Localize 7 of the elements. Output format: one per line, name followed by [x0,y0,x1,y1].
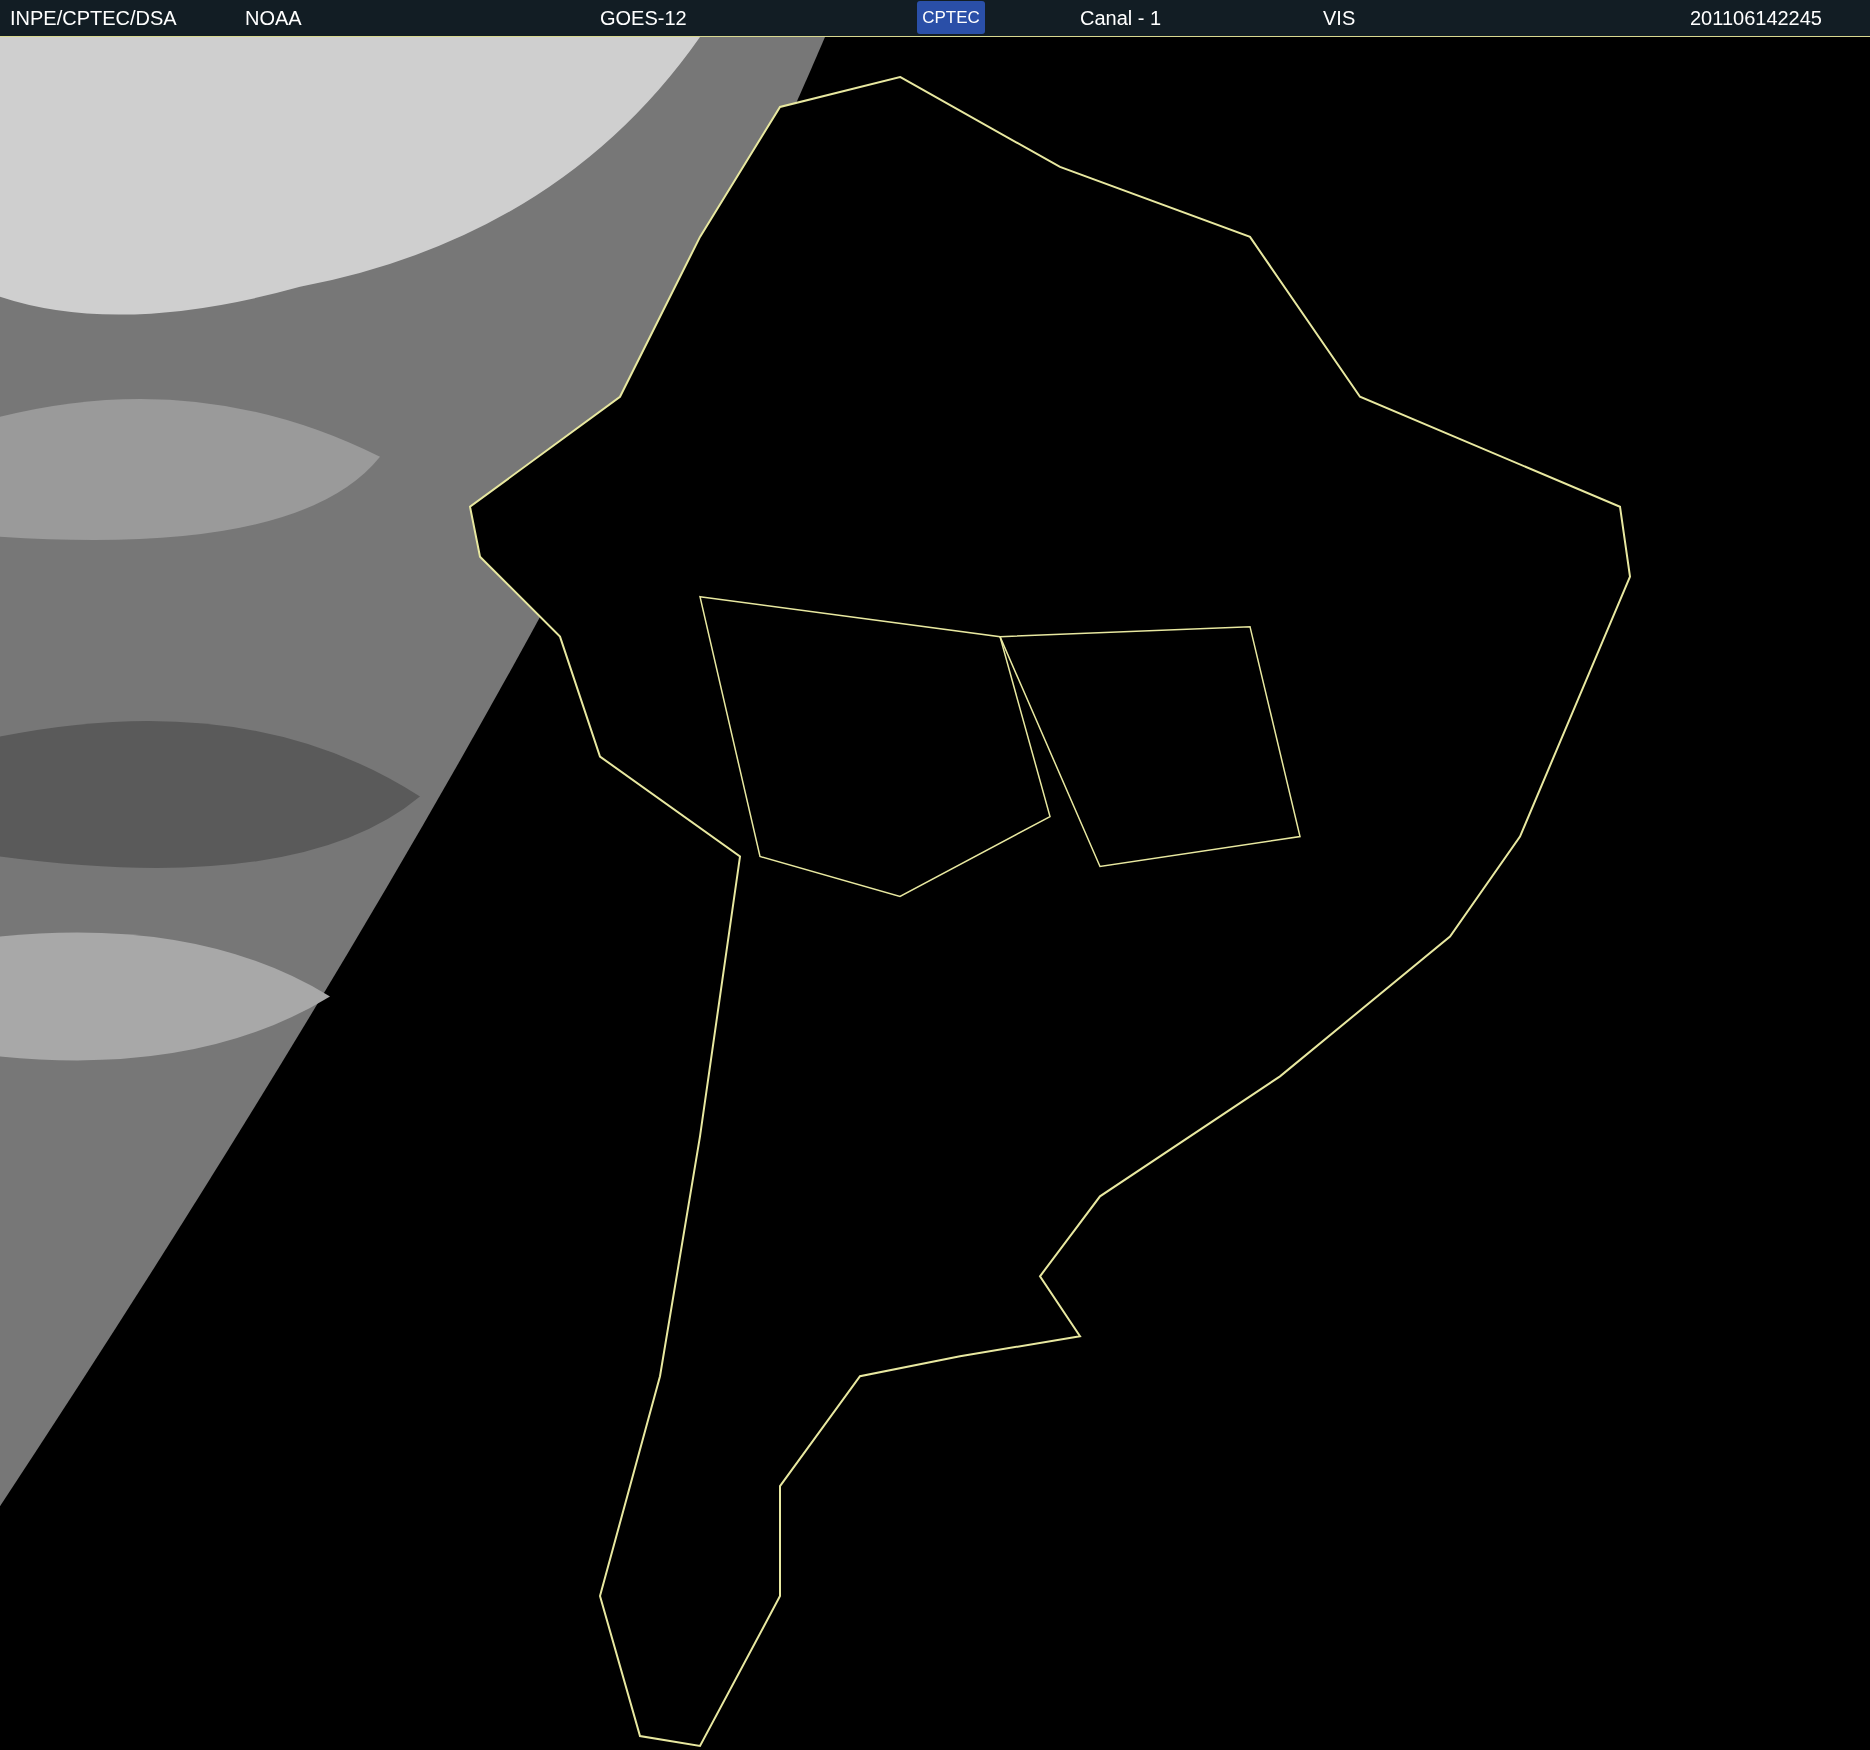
satellite-label: GOES-12 [600,7,687,30]
timestamp-label: 201106142245 [1690,7,1822,30]
source-label: INPE/CPTEC/DSA [10,7,177,30]
channel-label: Canal - 1 [1080,7,1162,30]
agency-label: NOAA [245,7,302,30]
logo: CPTEC [917,1,985,34]
band-label: VIS [1323,7,1356,30]
